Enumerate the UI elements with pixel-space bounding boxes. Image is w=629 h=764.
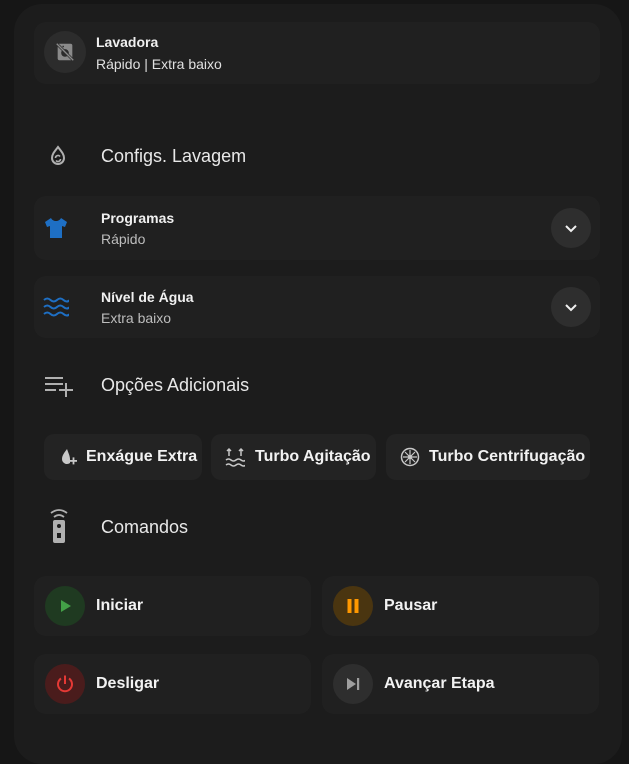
section-title-wash-settings: Configs. Lavagem bbox=[101, 146, 247, 166]
waves-arrow-up-icon bbox=[225, 447, 245, 467]
water-level-value: Extra baixo bbox=[101, 310, 172, 326]
program-select[interactable]: Programas Rápido bbox=[34, 196, 600, 260]
chevron-down-icon[interactable] bbox=[551, 208, 591, 248]
option-label: Turbo Agitação bbox=[255, 448, 371, 465]
fan-icon bbox=[400, 447, 420, 467]
section-title-commands: Comandos bbox=[101, 517, 189, 537]
option-extra-rinse[interactable]: Enxágue Extra bbox=[44, 434, 202, 480]
water-plus-icon bbox=[60, 447, 78, 467]
option-turbo-agitation[interactable]: Turbo Agitação bbox=[211, 434, 376, 480]
tshirt-icon bbox=[43, 216, 69, 240]
power-icon bbox=[45, 664, 85, 704]
water-level-label: Nível de Água bbox=[101, 289, 194, 305]
option-label: Turbo Centrifugação bbox=[429, 448, 586, 465]
skip-next-icon bbox=[333, 664, 373, 704]
skip-step-button[interactable]: Avançar Etapa bbox=[322, 654, 599, 714]
program-label: Programas bbox=[101, 210, 175, 226]
water-sync-icon bbox=[46, 144, 70, 168]
chevron-down-icon[interactable] bbox=[551, 287, 591, 327]
play-icon bbox=[45, 586, 85, 626]
washing-machine-off-icon bbox=[44, 31, 86, 73]
waves-icon bbox=[43, 296, 71, 318]
pause-icon bbox=[333, 586, 373, 626]
option-turbo-spin[interactable]: Turbo Centrifugação bbox=[386, 434, 590, 480]
start-button[interactable]: Iniciar bbox=[34, 576, 311, 636]
program-value: Rápido bbox=[101, 231, 146, 247]
device-card[interactable]: Lavadora Rápido | Extra baixo bbox=[34, 22, 600, 84]
power-off-label: Desligar bbox=[96, 675, 160, 692]
pause-label: Pausar bbox=[384, 597, 438, 614]
pause-button[interactable]: Pausar bbox=[322, 576, 599, 636]
skip-step-label: Avançar Etapa bbox=[384, 675, 495, 692]
device-status: Rápido | Extra baixo bbox=[96, 56, 222, 72]
start-label: Iniciar bbox=[96, 597, 144, 614]
device-name: Lavadora bbox=[96, 34, 159, 50]
section-title-additional-options: Opções Adicionais bbox=[101, 375, 250, 395]
water-level-select[interactable]: Nível de Água Extra baixo bbox=[34, 276, 600, 338]
option-label: Enxágue Extra bbox=[86, 448, 198, 465]
power-off-button[interactable]: Desligar bbox=[34, 654, 311, 714]
remote-icon bbox=[48, 508, 70, 544]
playlist-plus-icon bbox=[44, 374, 74, 398]
